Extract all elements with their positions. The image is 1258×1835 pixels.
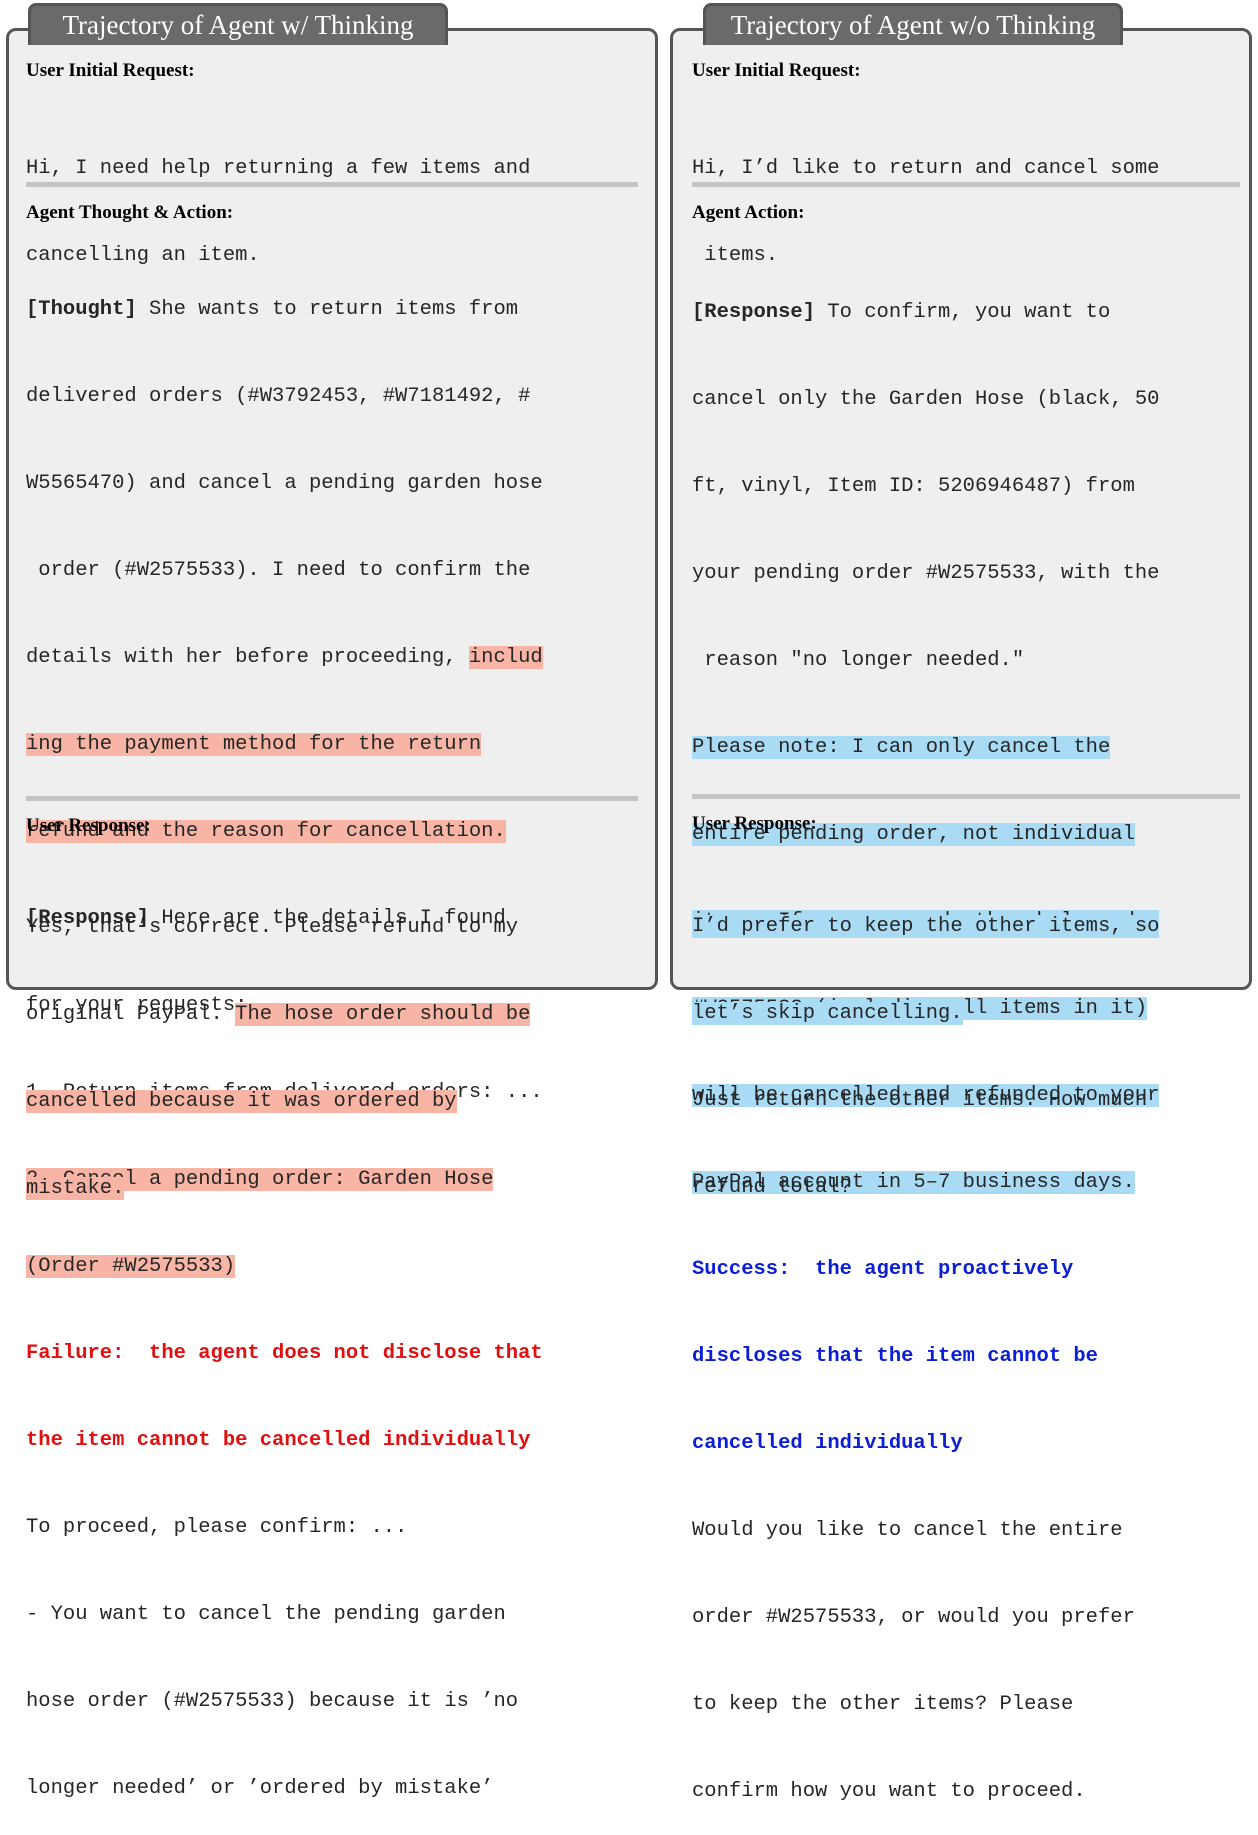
text-line: hose order (#W2575533) because it is ’no <box>26 1690 519 1713</box>
left-action-title: Agent Thought & Action: <box>26 202 234 223</box>
text-line: I’d prefer to keep the other items, so <box>692 912 1160 941</box>
right-user-response-text: I’d prefer to keep the other items, so l… <box>692 854 1160 1231</box>
right-panel-title-tab: Trajectory of Agent w/o Thinking <box>703 3 1123 45</box>
text-line: refund total? <box>692 1176 852 1199</box>
red-highlight: mistake. <box>26 1177 125 1200</box>
success-annotation: cancelled individually <box>692 1432 963 1455</box>
text-line: [Thought] She wants to return items from <box>26 298 519 321</box>
text-line: ft, vinyl, Item ID: 5206946487) from <box>692 475 1135 498</box>
text-line: Please note: I can only cancel the <box>692 733 1159 762</box>
blue-highlight: Please note: I can only cancel the <box>692 736 1111 759</box>
failure-annotation: Failure: the agent does not disclose tha… <box>26 1342 543 1365</box>
text-line: (Order #W2575533) <box>26 1252 543 1281</box>
text-line: cancelled because it was ordered by <box>26 1087 530 1116</box>
right-initial-request-title: User Initial Request: <box>692 60 861 81</box>
text-line: order (#W2575533). I need to confirm the <box>26 559 531 582</box>
text-line: original PayPal. The hose order should b… <box>26 1003 531 1026</box>
text-line: Would you like to cancel the entire <box>692 1519 1123 1542</box>
text-line: let’s skip cancelling. <box>692 999 1159 1028</box>
text-line: delivered orders (#W3792453, #W7181492, … <box>26 385 531 408</box>
text-line: reason "no longer needed." <box>692 649 1025 672</box>
text-line: [Response] To confirm, you want to <box>692 301 1111 324</box>
right-divider-1 <box>692 182 1240 187</box>
text-line: cancel only the Garden Hose (black, 50 <box>692 388 1160 411</box>
text-line: ing the payment method for the return <box>26 730 543 759</box>
right-user-response-title: User Response: <box>692 813 817 834</box>
right-action-title: Agent Action: <box>692 202 805 223</box>
blue-highlight: I’d prefer to keep the other items, so <box>692 915 1160 938</box>
text-line: details with her before proceeding, incl… <box>26 646 543 669</box>
thought-tag: [Thought] <box>26 298 137 321</box>
red-highlight: includ <box>468 646 543 669</box>
red-highlight: (Order #W2575533) <box>26 1255 236 1278</box>
blue-highlight: let’s skip cancelling. <box>692 1002 963 1025</box>
text-line: Hi, I need help returning a few items an… <box>26 157 531 180</box>
right-divider-2 <box>692 794 1240 799</box>
text-line: mistake. <box>26 1174 530 1203</box>
response-tag: [Response] <box>692 301 816 324</box>
red-highlight: cancelled because it was ordered by <box>26 1090 457 1113</box>
text-line: To proceed, please confirm: ... <box>26 1516 408 1539</box>
left-user-response-text: Yes, that’s correct. Please refund to my… <box>26 855 531 1232</box>
red-highlight: The hose order should be <box>235 1003 531 1026</box>
red-highlight: ing the payment method for the return <box>26 733 482 756</box>
left-initial-request-title: User Initial Request: <box>26 60 195 81</box>
left-user-response-title: User Response: <box>26 815 151 836</box>
text-line: Just return the other items. How much <box>692 1089 1148 1112</box>
text-line: confirm how you want to proceed. <box>692 1780 1086 1803</box>
success-annotation: Success: the agent proactively <box>692 1258 1074 1281</box>
left-panel-title-tab: Trajectory of Agent w/ Thinking <box>28 3 448 45</box>
text-line: your pending order #W2575533, with the <box>692 562 1160 585</box>
text-line: order #W2575533, or would you prefer <box>692 1606 1135 1629</box>
left-divider-2 <box>26 796 638 801</box>
text-line: W5565470) and cancel a pending garden ho… <box>26 472 543 495</box>
success-annotation: discloses that the item cannot be <box>692 1345 1098 1368</box>
failure-annotation: the item cannot be cancelled individuall… <box>26 1429 531 1452</box>
text-line: longer needed’ or ’ordered by mistake’ <box>26 1777 494 1800</box>
text-line: Hi, I’d like to return and cancel some <box>692 157 1160 180</box>
text-line: - You want to cancel the pending garden <box>26 1603 506 1626</box>
text-line: Yes, that’s correct. Please refund to my <box>26 916 519 939</box>
text-line: to keep the other items? Please <box>692 1693 1074 1716</box>
left-divider-1 <box>26 182 638 187</box>
